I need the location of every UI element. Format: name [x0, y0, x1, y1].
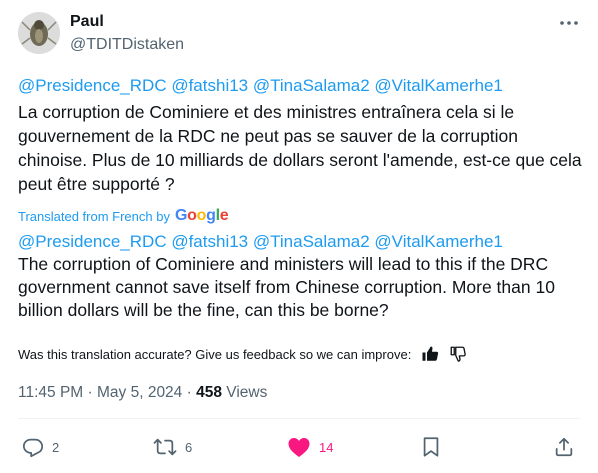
bookmark-button[interactable] [421, 435, 441, 459]
reply-count: 2 [52, 439, 60, 455]
google-logo: Google [174, 207, 229, 224]
retweet-icon [153, 438, 177, 456]
mention-link[interactable]: @TinaSalama2 [253, 232, 370, 251]
mention-link[interactable]: @Presidence_RDC [18, 232, 167, 251]
repost-count: 6 [185, 439, 193, 455]
repost-button[interactable]: 6 [153, 435, 192, 459]
views-label: Views [226, 384, 268, 401]
thumbs-up-button[interactable] [421, 345, 439, 363]
reply-icon [22, 438, 44, 458]
mention-link[interactable]: @VitalKamerhe1 [374, 76, 502, 95]
translated-label: Translated from French by [18, 208, 170, 224]
share-icon [555, 437, 573, 457]
more-icon [560, 21, 578, 25]
thumbs-up-icon [422, 346, 439, 361]
tweet-time[interactable]: 11:45 PM [18, 384, 83, 401]
avatar-image [18, 12, 60, 54]
share-button[interactable] [553, 435, 575, 459]
meta-separator: · [87, 384, 93, 401]
mention-link[interactable]: @fatshi13 [171, 76, 248, 95]
reply-button[interactable]: 2 [22, 435, 59, 459]
like-button[interactable]: 14 [287, 435, 333, 459]
translation-feedback: Was this translation accurate? Give us f… [18, 345, 467, 363]
feedback-prompt: Was this translation accurate? Give us f… [18, 346, 412, 362]
heart-icon [288, 438, 310, 457]
mention-link[interactable]: @fatshi13 [171, 232, 248, 251]
tweet-date[interactable]: May 5, 2024 [97, 384, 182, 401]
tweet-metadata: 11:45 PM · May 5, 2024 · 458 Views [18, 384, 267, 402]
meta-separator: · [186, 384, 192, 401]
thumbs-down-button[interactable] [449, 345, 467, 363]
thumbs-down-icon [450, 346, 467, 362]
tweet-text-translated: The corruption of Cominiere and minister… [18, 254, 555, 320]
author-handle[interactable]: @TDITDistaken [70, 36, 184, 54]
tweet-text-original: La corruption de Cominiere et des minist… [18, 102, 582, 194]
bookmark-icon [423, 437, 439, 457]
mention-link[interactable]: @TinaSalama2 [253, 76, 370, 95]
divider [18, 418, 580, 419]
author-name[interactable]: Paul [70, 13, 104, 31]
translation-attribution: Translated from French by Google [18, 207, 229, 225]
like-count: 14 [319, 439, 334, 455]
views-count: 458 [196, 384, 222, 401]
mention-link[interactable]: @Presidence_RDC [18, 76, 167, 95]
mention-link[interactable]: @VitalKamerhe1 [374, 232, 502, 251]
more-options-button[interactable] [558, 16, 580, 30]
translated-mentions: @Presidence_RDC @fatshi13 @TinaSalama2 @… [18, 231, 503, 253]
tweet: Paul @TDITDistaken @Presidence_RDC @fats… [0, 0, 598, 473]
avatar[interactable] [18, 12, 60, 54]
original-mentions: @Presidence_RDC @fatshi13 @TinaSalama2 @… [18, 75, 503, 97]
